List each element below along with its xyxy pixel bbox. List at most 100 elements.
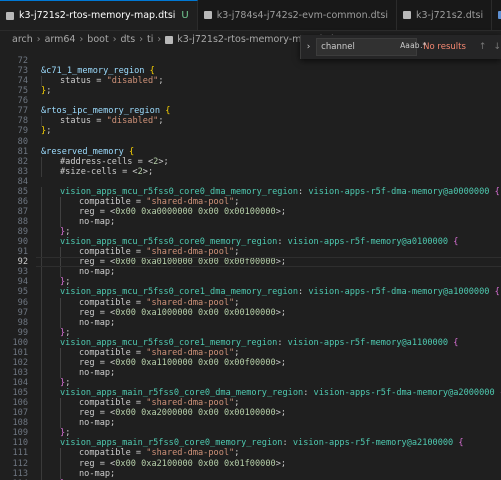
code-line[interactable]: 85 vision_apps_mcu_r5fss0_core0_dma_memor… (0, 186, 501, 197)
code-line[interactable]: 110 vision_apps_main_r5fss0_core0_memory_… (0, 438, 501, 449)
code-line[interactable]: 74 status = "disabled"; (0, 76, 501, 87)
line-number: 77 (17, 106, 28, 117)
code-line[interactable]: 81 &reserved_memory { (0, 147, 501, 157)
line-number: 107 (12, 408, 28, 419)
code-line[interactable]: 101 compatible = "shared-dma-pool"; (0, 347, 501, 358)
code-line[interactable]: 92 reg = <0x00 0xa0100000 0x00 0x00f00000… (0, 257, 501, 268)
code-line[interactable]: 91 compatible = "shared-dma-pool"; (0, 247, 501, 258)
code-line[interactable]: 87 reg = <0x00 0xa0000000 0x00 0x00100000… (0, 206, 501, 217)
code-line[interactable]: 80 (0, 137, 501, 147)
code-line[interactable]: 93 no-map; (0, 267, 501, 278)
code-line[interactable]: 82 #address-cells = <2>; (0, 156, 501, 167)
line-number: 85 (17, 186, 28, 197)
code-text: no-map; (79, 217, 116, 227)
code-text: no-map; (79, 468, 116, 479)
find-result-status: No results (423, 42, 466, 52)
code-line[interactable]: 98 no-map; (0, 317, 501, 328)
tab-1[interactable]: k3-j784s4-j742s2-evm-common.dtsi (198, 0, 398, 30)
code-text: status = "disabled"; (60, 76, 164, 87)
code-line[interactable]: 79}; (0, 126, 501, 136)
code-line[interactable]: 78 status = "disabled"; (0, 116, 501, 127)
code-line[interactable]: 73 &c71_1_memory_region { (0, 66, 501, 76)
code-line[interactable]: 88 no-map; (0, 217, 501, 228)
code-line[interactable]: 97 reg = <0x00 0xa1000000 0x00 0x00100000… (0, 307, 501, 318)
code-line[interactable]: 77 &rtos_ipc_memory_region { (0, 106, 501, 116)
match-case-icon[interactable]: Aa (400, 41, 410, 50)
indent-guide (41, 408, 42, 419)
code-line[interactable]: 104}; (0, 378, 501, 389)
code-line[interactable]: 107 reg = <0x00 0xa2000000 0x00 0x0010000… (0, 408, 501, 419)
whole-word-icon[interactable]: ab (410, 41, 419, 50)
indent-guide (60, 408, 61, 419)
code-line[interactable]: 89}; (0, 227, 501, 238)
indent-guide (41, 317, 42, 328)
line-number: 113 (12, 468, 28, 479)
code-line[interactable]: 83 #size-cells = <2>; (0, 166, 501, 177)
code-text: vision_apps_main_r5fss0_core0_dma_memory… (60, 388, 501, 399)
line-number: 89 (17, 227, 28, 238)
line-number: 76 (17, 96, 28, 107)
arrow-up-icon[interactable]: ↑ (479, 42, 487, 52)
code-line[interactable]: 99}; (0, 327, 501, 338)
indent-guide (41, 156, 42, 167)
code-line[interactable]: 106 compatible = "shared-dma-pool"; (0, 398, 501, 409)
code-text: no-map; (79, 267, 116, 278)
find-input-box[interactable]: Aa ab .* (316, 38, 426, 56)
line-number: 79 (17, 126, 28, 137)
code-text: compatible = "shared-dma-pool"; (79, 247, 240, 258)
code-line[interactable]: 75}; (0, 86, 501, 96)
code-line[interactable]: 86 compatible = "shared-dma-pool"; (0, 196, 501, 207)
indent-guide (60, 267, 61, 278)
breadcrumb-item[interactable]: dts (121, 34, 136, 45)
code-line[interactable]: 84 (0, 177, 501, 187)
breadcrumb-item[interactable]: ti (147, 34, 153, 45)
breadcrumb-item[interactable]: arch (12, 34, 33, 45)
find-input[interactable] (317, 39, 390, 55)
code-text: }; (60, 277, 71, 288)
code-editor[interactable]: 72 73 &c71_1_memory_region {74 status = "di… (0, 56, 501, 480)
indent-guide (41, 438, 42, 449)
code-line[interactable]: 95 vision_apps_mcu_r5fss0_core1_dma_memor… (0, 287, 501, 298)
line-number: 97 (17, 307, 28, 318)
code-line[interactable]: 76 (0, 96, 501, 106)
code-line[interactable]: 111 compatible = "shared-dma-pool"; (0, 448, 501, 459)
editor-window: k3-j721s2-rtos-memory-map.dtsi Uk3-j784s4… (0, 0, 501, 480)
indent-guide (60, 257, 61, 268)
code-line[interactable]: 109}; (0, 428, 501, 439)
indent-guide (41, 76, 42, 87)
devicetree-file-icon (6, 11, 14, 20)
chevron-right-icon[interactable]: › (304, 42, 313, 52)
code-line[interactable]: 112 reg = <0x00 0xa2100000 0x00 0x01f0000… (0, 458, 501, 469)
indent-guide (41, 357, 42, 368)
code-line[interactable]: 100 vision_apps_mcu_r5fss0_core1_memory_r… (0, 337, 501, 348)
code-line[interactable]: 108 no-map; (0, 418, 501, 429)
code-line[interactable]: 105 vision_apps_main_r5fss0_core0_dma_mem… (0, 388, 501, 399)
code-line[interactable]: 94}; (0, 277, 501, 288)
line-number: 84 (17, 176, 28, 187)
code-text: vision_apps_mcu_r5fss0_core1_dma_memory_… (60, 287, 500, 298)
tab-3[interactable]: phy-cadence-torrent.c (492, 0, 501, 30)
code-line[interactable]: 96 compatible = "shared-dma-pool"; (0, 297, 501, 308)
code-text: }; (41, 126, 52, 137)
code-line[interactable]: 90 vision_apps_mcu_r5fss0_core0_memory_re… (0, 237, 501, 248)
tab-2[interactable]: k3-j721s2.dtsi (397, 0, 493, 30)
code-line[interactable]: 113 no-map; (0, 468, 501, 479)
tab-0[interactable]: k3-j721s2-rtos-memory-map.dtsi U (0, 0, 198, 30)
indent-guide (41, 237, 42, 248)
line-number: 81 (17, 146, 28, 157)
line-number: 75 (17, 86, 28, 97)
line-number: 103 (12, 367, 28, 378)
chevron-right-icon: › (139, 34, 144, 45)
line-number: 86 (17, 196, 28, 207)
devicetree-file-icon (403, 11, 412, 19)
breadcrumb-item[interactable]: arm64 (45, 34, 76, 45)
code-line[interactable]: 103 no-map; (0, 367, 501, 378)
code-text: status = "disabled"; (60, 116, 164, 127)
indent-guide (41, 347, 42, 358)
arrow-down-icon[interactable]: ↓ (493, 42, 501, 52)
code-line[interactable]: 102 reg = <0x00 0xa1100000 0x00 0x00f0000… (0, 357, 501, 368)
indent-guide (60, 468, 61, 479)
code-text: reg = <0x00 0xa2000000 0x00 0x00100000>; (79, 408, 287, 419)
regex-icon[interactable]: .* (420, 41, 426, 50)
breadcrumb-item[interactable]: boot (87, 34, 108, 45)
